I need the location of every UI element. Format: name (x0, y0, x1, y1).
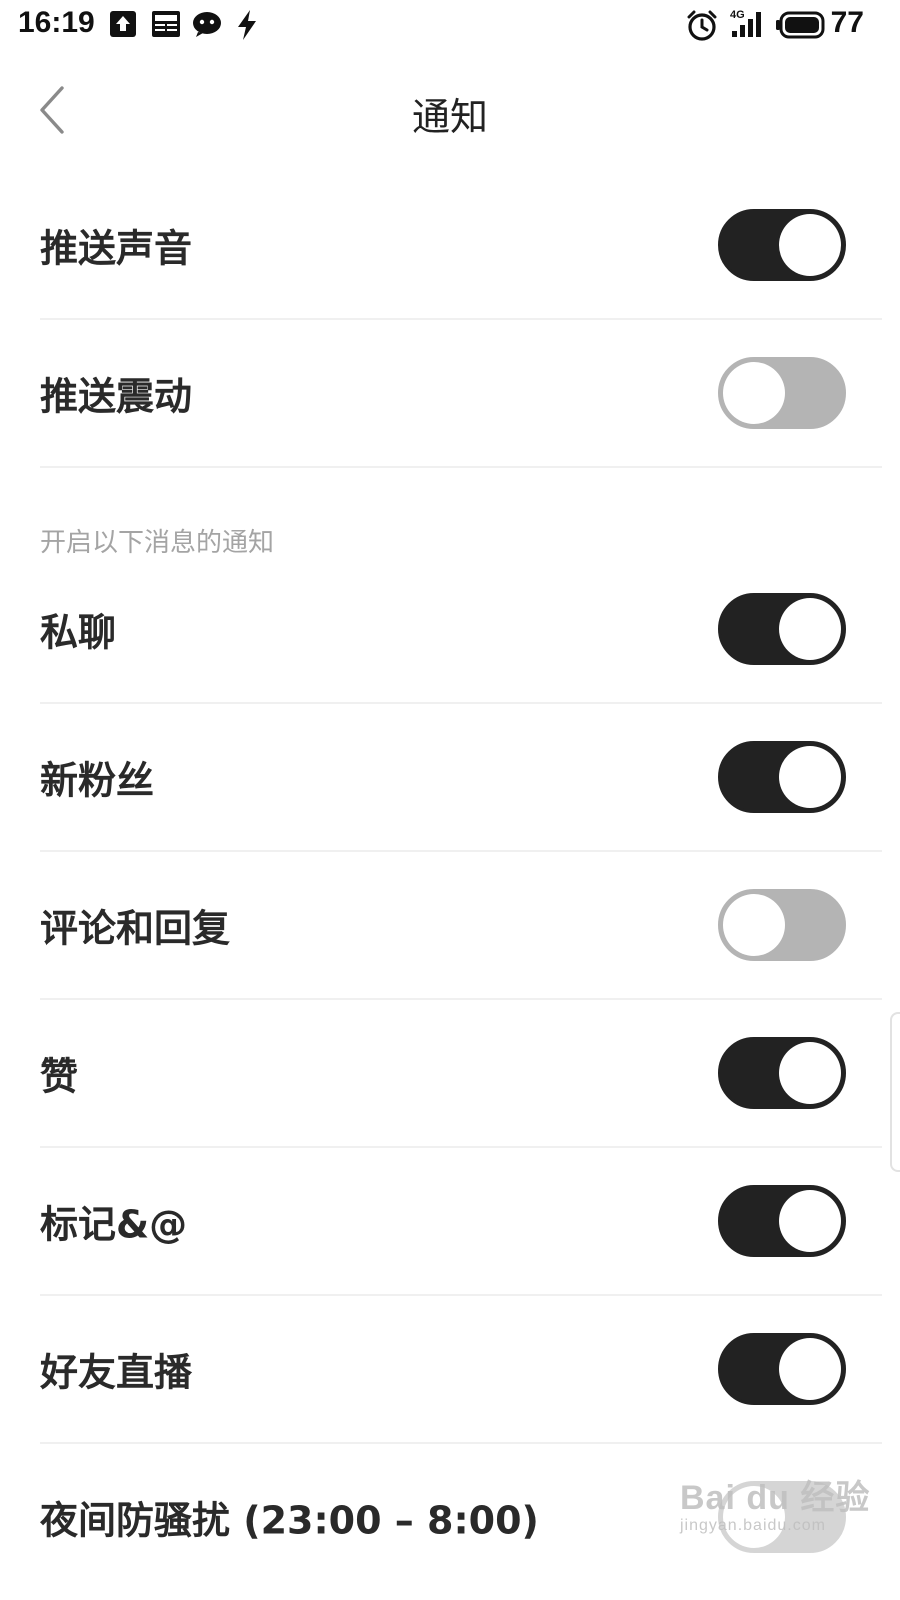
svg-text:4G: 4G (730, 9, 745, 21)
alarm-icon (686, 10, 718, 46)
setting-label: 夜间防骚扰 (23:00 – 8:00) (40, 1498, 539, 1543)
toggle-knob (779, 214, 841, 276)
status-time: 16:19 (18, 6, 95, 39)
bolt-icon (236, 10, 258, 44)
new-fans-toggle[interactable] (718, 741, 846, 813)
setting-row-push-sound: 推送声音 (40, 172, 882, 320)
upload-icon (109, 10, 137, 42)
push-vibrate-toggle[interactable] (718, 357, 846, 429)
setting-row-new-fans: 新粉丝 (40, 704, 882, 852)
battery-icon (776, 11, 826, 43)
page-title: 通知 (411, 95, 488, 139)
setting-row-mentions: 标记&@ (40, 1148, 882, 1296)
friend-live-toggle[interactable] (718, 1333, 846, 1405)
mentions-toggle[interactable] (718, 1185, 846, 1257)
setting-label: 赞 (40, 1054, 79, 1099)
watermark-url: jingyan.baidu.com (680, 1517, 826, 1534)
setting-label: 私聊 (40, 610, 117, 655)
section-caption: 开启以下消息的通知 (40, 528, 275, 558)
toggle-knob (779, 1338, 841, 1400)
watermark-brand: Bai du 经验 (680, 1479, 871, 1517)
setting-row-push-vibrate: 推送震动 (40, 320, 882, 468)
setting-label: 评论和回复 (40, 906, 231, 951)
status-bar: 16:19 4G 77 (0, 0, 900, 50)
setting-row-friend-live: 好友直播 (40, 1296, 882, 1444)
likes-toggle[interactable] (718, 1037, 846, 1109)
setting-label: 推送声音 (40, 226, 193, 271)
header: 通知 (0, 60, 900, 160)
setting-label: 标记&@ (40, 1202, 188, 1247)
setting-label: 推送震动 (40, 374, 193, 419)
setting-label: 新粉丝 (40, 758, 155, 803)
toggle-knob (779, 1042, 841, 1104)
toggle-knob (779, 1190, 841, 1252)
setting-row-private-chat: 私聊 (40, 556, 882, 704)
watermark: Bai du 经验 jingyan.baidu.com (680, 1470, 870, 1535)
news-icon (151, 10, 181, 42)
wechat-icon (192, 10, 224, 42)
toggle-knob (723, 894, 785, 956)
push-sound-toggle[interactable] (718, 209, 846, 281)
setting-row-comments-replies: 评论和回复 (40, 852, 882, 1000)
toggle-knob (779, 598, 841, 660)
signal-icon: 4G (728, 8, 768, 44)
setting-label: 好友直播 (40, 1350, 193, 1395)
toggle-knob (723, 362, 785, 424)
scroll-indicator[interactable] (890, 1012, 900, 1172)
toggle-knob (779, 746, 841, 808)
setting-row-likes: 赞 (40, 1000, 882, 1148)
comments-replies-toggle[interactable] (718, 889, 846, 961)
battery-level: 77 (830, 6, 864, 39)
private-chat-toggle[interactable] (718, 593, 846, 665)
